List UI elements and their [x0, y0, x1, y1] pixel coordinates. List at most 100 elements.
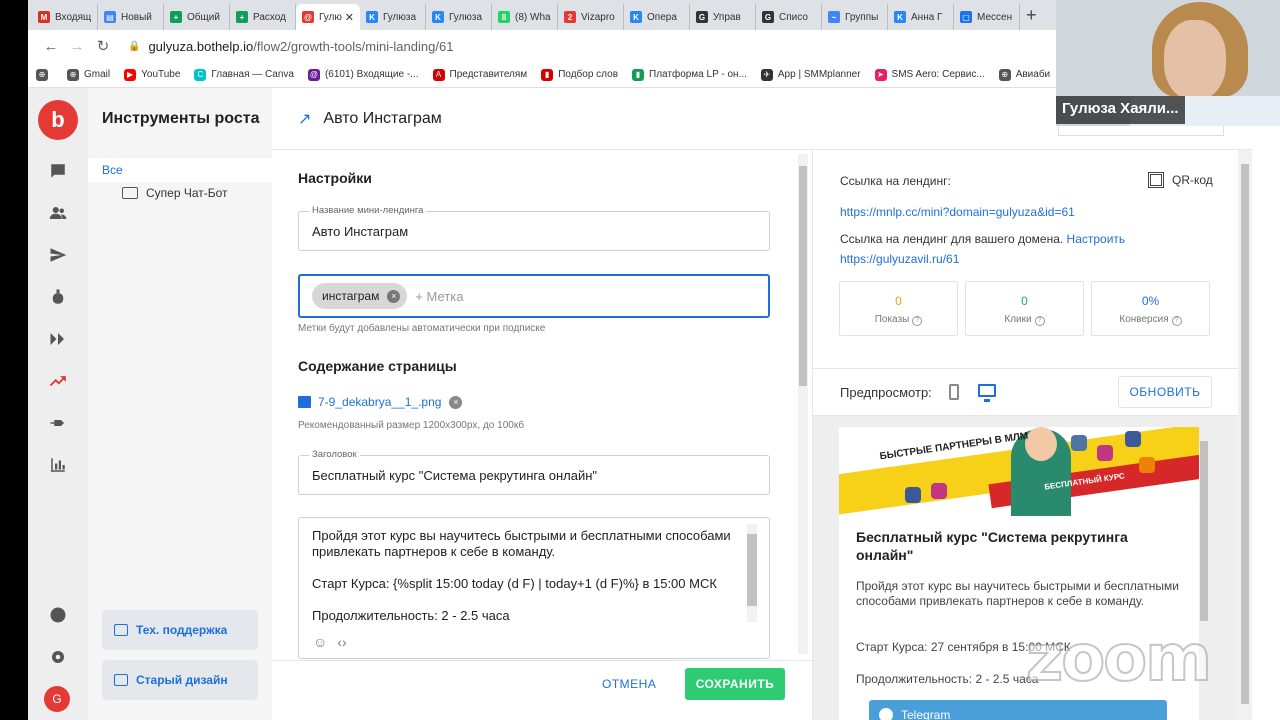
browser-tab[interactable]: M Входящ — [32, 4, 98, 30]
left-black-strip — [0, 0, 28, 720]
bookmark-item[interactable]: ⊕ Gmail — [67, 68, 110, 81]
help-icon[interactable]: ? — [1034, 316, 1045, 326]
remove-tag-icon[interactable]: × — [387, 289, 401, 303]
bookmark-item[interactable]: ⊕ Авиаби — [998, 68, 1050, 81]
save-button[interactable]: СОХРАНИТЬ — [685, 668, 785, 700]
browser-tab[interactable]: K Гулюза — [426, 4, 492, 30]
bot-icon[interactable] — [28, 277, 88, 317]
new-tab-button[interactable]: + — [1026, 5, 1037, 26]
landing-url-link[interactable]: https://mnlp.cc/mini?domain=gulyuza&id=6… — [840, 205, 1075, 219]
desktop-preview-icon[interactable] — [978, 384, 996, 402]
bothelp-logo[interactable]: b — [38, 100, 78, 140]
image-file-name[interactable]: 7-9_dekabrya__1_.png — [318, 395, 441, 409]
tab-label: Гулюза — [383, 11, 417, 23]
heading-field[interactable]: Заголовок Бесплатный курс "Система рекру… — [298, 449, 770, 495]
browser-tab[interactable]: 2 Vizapro — [558, 4, 624, 30]
bookmark-item[interactable]: ▶ YouTube — [124, 68, 180, 81]
forward-icon[interactable]: → — [64, 38, 90, 55]
textarea-toolbar: ☺ ‹› — [313, 634, 357, 650]
landing-settings-form: Настройки Название мини-лендинга Авто Ин… — [272, 150, 812, 720]
tab-label: Новый — [121, 11, 152, 23]
browser-tab[interactable]: 8 (8) Wha — [492, 4, 558, 30]
stats-icon[interactable] — [28, 445, 88, 485]
integrations-icon[interactable] — [28, 403, 88, 443]
browser-tab[interactable]: + Общий — [164, 4, 230, 30]
browser-tab[interactable]: ~ Группы — [822, 4, 888, 30]
mobile-preview-icon[interactable] — [949, 384, 959, 400]
telegram-button[interactable]: Telegram — [869, 700, 1167, 720]
close-tab-icon[interactable]: ✕ — [345, 11, 354, 24]
tab-label: Опера — [647, 11, 677, 23]
tab-favicon-icon: + — [236, 11, 248, 23]
form-scrollbar[interactable] — [798, 154, 808, 654]
code-icon[interactable]: ‹› — [337, 634, 346, 650]
avatar[interactable]: G — [44, 686, 70, 712]
tab-favicon-icon: K — [366, 11, 378, 23]
tag-placeholder: + Метка — [415, 288, 464, 304]
tab-favicon-icon: G — [696, 11, 708, 23]
address-bar: ← → ↻ 🔒 gulyuza.bothelp.io /flow2/growth… — [28, 30, 1056, 62]
preview-bar: Предпросмотр: ОБНОВИТЬ — [813, 368, 1239, 416]
tab-label: Группы — [845, 11, 879, 23]
tags-input[interactable]: инстаграм × + Метка — [298, 274, 770, 318]
bookmark-item[interactable]: ▮ Подбор слов — [541, 68, 618, 81]
browser-tab[interactable]: G Управ — [690, 4, 756, 30]
heading-label: Заголовок — [309, 449, 360, 460]
image-file[interactable]: 7-9_dekabrya__1_.png × — [298, 395, 463, 409]
webcam-frame — [1058, 126, 1224, 136]
bookmark-item[interactable]: @ (6101) Входящие -... — [307, 68, 419, 81]
settings-gear-icon[interactable] — [28, 637, 88, 677]
help-icon[interactable] — [28, 595, 88, 635]
sidebar-item-all[interactable]: Все — [88, 158, 272, 182]
emoji-icon[interactable]: ☺ — [313, 634, 327, 650]
flows-icon[interactable] — [28, 319, 88, 359]
browser-tab[interactable]: K Анна Г — [888, 4, 954, 30]
help-icon[interactable]: ? — [1171, 316, 1182, 326]
bookmark-item[interactable]: C Главная — Canva — [194, 68, 294, 81]
browser-tab[interactable]: ▤ Новый — [98, 4, 164, 30]
browser-tab[interactable]: @ Гулю ✕ — [296, 4, 360, 30]
bookmark-icon: ⊕ — [998, 68, 1011, 81]
remove-image-icon[interactable]: × — [449, 395, 463, 409]
qr-code-button[interactable]: QR-код — [1148, 172, 1213, 188]
growth-tools-sidebar: Инструменты роста Все Супер Чат-Бот Тех.… — [88, 88, 272, 720]
bookmark-item[interactable]: ⊕ — [36, 68, 53, 81]
tech-support-button[interactable]: Тех. поддержка — [102, 610, 258, 650]
cancel-button[interactable]: ОТМЕНА — [602, 677, 656, 691]
url-path: /flow2/growth-tools/mini-landing/61 — [253, 38, 454, 54]
bookmark-item[interactable]: ▮ Платформа LP - он... — [632, 68, 747, 81]
textarea-scrollbar[interactable] — [747, 524, 757, 622]
body-textarea[interactable]: Пройдя этот курс вы научитесь быстрыми и… — [298, 517, 770, 659]
bookmark-item[interactable]: A Представителям — [432, 68, 527, 81]
sidebar-folder-super-chatbot[interactable]: Супер Чат-Бот — [122, 186, 228, 200]
bookmark-label: Главная — Canva — [211, 69, 294, 80]
image-icon — [298, 396, 311, 408]
browser-tab[interactable]: G Списо — [756, 4, 822, 30]
page-scrollbar[interactable] — [1238, 150, 1252, 720]
browser-tab[interactable]: + Расход — [230, 4, 296, 30]
old-design-button[interactable]: Старый дизайн — [102, 660, 258, 700]
browser-tab[interactable]: K Опера — [624, 4, 690, 30]
back-icon[interactable]: ← — [38, 38, 64, 55]
bookmark-item[interactable]: ➤ SMS Aero: Сервис... — [874, 68, 985, 81]
browser-tab[interactable]: K Гулюза — [360, 4, 426, 30]
tag-chip-label: инстаграм — [322, 289, 380, 303]
chat-icon[interactable] — [28, 151, 88, 191]
send-icon[interactable] — [28, 235, 88, 275]
refresh-button[interactable]: ОБНОВИТЬ — [1118, 376, 1212, 408]
browser-tab[interactable]: ▢ Мессен — [954, 4, 1020, 30]
tab-label: Мессен — [977, 11, 1013, 23]
users-icon[interactable] — [28, 193, 88, 233]
url-field[interactable]: 🔒 gulyuza.bothelp.io /flow2/growth-tools… — [128, 39, 453, 54]
tab-label: Гулюза — [449, 11, 483, 23]
growth-tools-icon[interactable] — [28, 361, 88, 401]
help-icon[interactable]: ? — [912, 316, 923, 326]
landing-name-field[interactable]: Название мини-лендинга Авто Инстаграм — [298, 205, 770, 251]
bookmark-icon: C — [194, 68, 207, 81]
domain-url-link[interactable]: https://gulyuzavil.ru/61 — [840, 252, 959, 266]
bookmark-icon: ➤ — [874, 68, 887, 81]
bookmark-item[interactable]: ✈ App | SMMplanner — [760, 68, 861, 81]
reload-icon[interactable]: ↻ — [90, 37, 116, 55]
domain-setup-link[interactable]: Настроить — [1067, 232, 1126, 246]
tag-chip[interactable]: инстаграм × — [312, 283, 408, 309]
